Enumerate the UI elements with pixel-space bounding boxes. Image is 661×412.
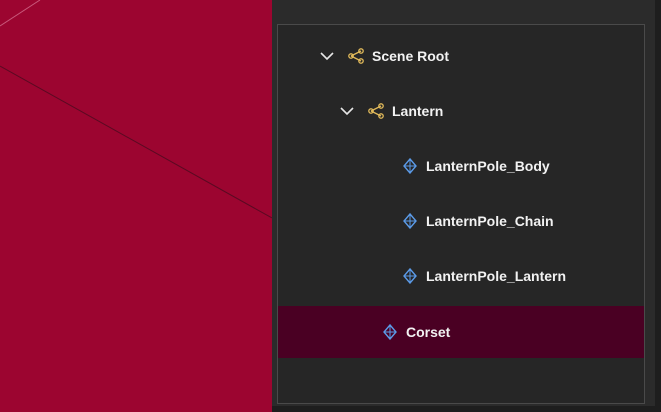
panel-right-edge — [655, 0, 661, 412]
scene-node-icon — [348, 48, 364, 64]
scene-node-icon — [368, 103, 384, 119]
scene-tree-container: Scene Root Lantern LanternPole_Body Lant… — [277, 24, 645, 404]
tree-node-scene-root[interactable]: Scene Root — [278, 29, 644, 83]
tree-node-label: LanternPole_Chain — [426, 213, 554, 229]
tree-node-label: LanternPole_Lantern — [426, 268, 567, 284]
tree-node-label: LanternPole_Body — [426, 158, 550, 174]
tree-node-lanternpole-lantern[interactable]: LanternPole_Lantern — [278, 249, 644, 303]
viewport-guide-lines — [0, 0, 272, 219]
tree-node-lanternpole-chain[interactable]: LanternPole_Chain — [278, 194, 644, 248]
panel-bottom-edge — [272, 406, 661, 412]
chevron-down-icon[interactable] — [320, 49, 334, 63]
scene-explorer-panel: Scene Root Lantern LanternPole_Body Lant… — [272, 0, 661, 412]
mesh-icon — [382, 324, 398, 340]
tree-node-lanternpole-body[interactable]: LanternPole_Body — [278, 139, 644, 193]
chevron-down-icon[interactable] — [340, 104, 354, 118]
mesh-icon — [402, 213, 418, 229]
mesh-icon — [402, 158, 418, 174]
tree-node-label: Scene Root — [372, 48, 450, 64]
tree-node-lantern[interactable]: Lantern — [278, 84, 644, 138]
tree-node-label: Corset — [406, 324, 451, 340]
mesh-icon — [402, 268, 418, 284]
tree-node-label: Lantern — [392, 103, 444, 119]
tree-node-corset[interactable]: Corset — [278, 306, 644, 358]
3d-viewport[interactable] — [0, 0, 272, 412]
